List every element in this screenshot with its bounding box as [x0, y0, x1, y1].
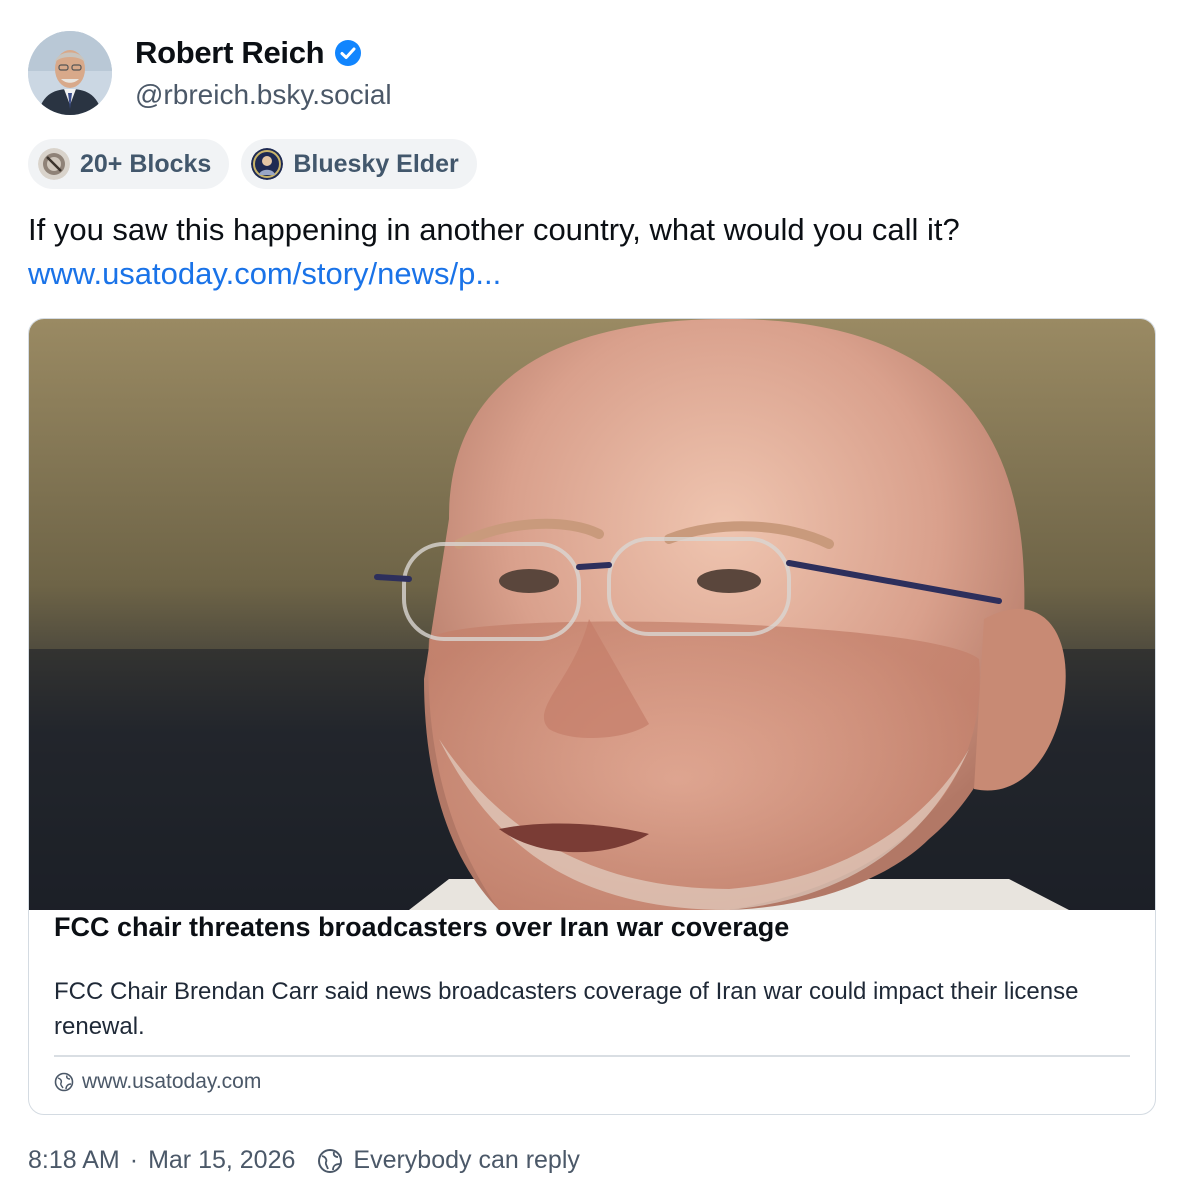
author-handle[interactable]: @rbreich.bsky.social	[135, 79, 392, 111]
news-photo-icon	[29, 319, 1155, 910]
card-domain-text: www.usatoday.com	[82, 1070, 262, 1093]
post-time: 8:18 AM	[28, 1146, 120, 1174]
post-meta: 8:18 AM · Mar 15, 2026 Everybody can rep…	[28, 1146, 580, 1175]
badge-blocks[interactable]: 20+ Blocks	[28, 139, 230, 189]
post-text: If you saw this happening in another cou…	[28, 212, 960, 247]
reply-setting-label: Everybody can reply	[353, 1146, 580, 1174]
card-title[interactable]: FCC chair threatens broadcasters over Ir…	[54, 912, 789, 943]
card-description: FCC Chair Brendan Carr said news broadca…	[54, 978, 1079, 1040]
author-name-text[interactable]: Robert Reich	[135, 35, 325, 71]
globe-icon	[54, 1072, 74, 1092]
badge-elder-label: Bluesky Elder	[293, 149, 459, 178]
badge-list: 20+ Blocks Bluesky Elder	[28, 139, 477, 189]
post-body: If you saw this happening in another cou…	[28, 208, 1158, 296]
author-name[interactable]: Robert Reich	[135, 35, 362, 71]
blocks-badge-icon	[38, 148, 70, 180]
elder-badge-icon	[251, 148, 284, 180]
card-domain: www.usatoday.com	[54, 1070, 261, 1094]
author-avatar[interactable]	[28, 31, 112, 115]
post-date: Mar 15, 2026	[148, 1146, 296, 1174]
post-link[interactable]: www.usatoday.com/story/news/p...	[28, 256, 501, 291]
post: Robert Reich @rbreich.bsky.social 20+ Bl…	[0, 0, 1184, 1200]
link-card[interactable]: FCC chair threatens broadcasters over Ir…	[28, 318, 1156, 1115]
badge-blocks-label: 20+ Blocks	[80, 149, 212, 178]
badge-elder[interactable]: Bluesky Elder	[241, 139, 477, 189]
verified-check-icon	[335, 40, 362, 66]
meta-separator: ·	[129, 1146, 139, 1174]
reply-setting[interactable]: Everybody can reply	[317, 1146, 580, 1175]
avatar-photo-icon	[28, 31, 112, 115]
card-divider	[54, 1055, 1130, 1057]
globe-reply-icon	[318, 1148, 343, 1173]
